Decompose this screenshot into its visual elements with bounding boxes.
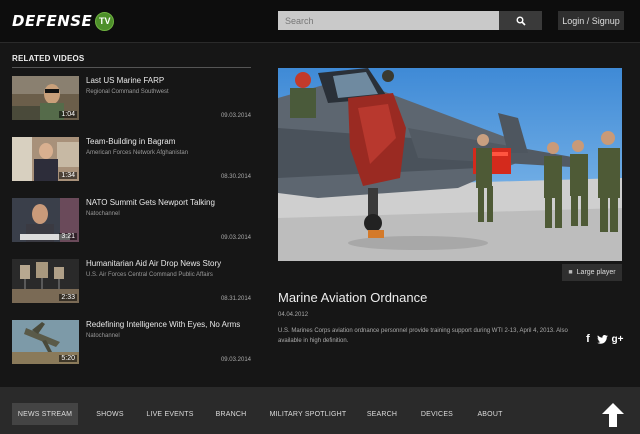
video-thumbnail[interactable]: 2:33 xyxy=(12,259,79,303)
video-thumbnail[interactable]: 1:34 xyxy=(12,137,79,181)
video-duration: 1:04 xyxy=(59,111,77,118)
video-main-date: 04.04.2012 xyxy=(278,312,309,318)
nav-about[interactable]: ABOUT xyxy=(474,403,506,425)
video-date: 09.03.2014 xyxy=(220,357,251,363)
twitter-share-icon[interactable] xyxy=(596,333,608,345)
video-thumbnail[interactable]: 1:04 xyxy=(12,76,79,120)
nav-shows[interactable]: SHOWS xyxy=(92,403,128,425)
site-logo[interactable]: DEFENSE TV xyxy=(12,10,115,32)
nav-live-events[interactable]: LIVE EVENTS xyxy=(145,403,195,425)
video-source: Regional Command Southwest xyxy=(86,89,169,95)
logo-tv-badge: TV xyxy=(95,11,115,31)
search-icon xyxy=(516,16,526,26)
related-video-item[interactable]: 1:04 Last US Marine FARP Regional Comman… xyxy=(12,76,251,122)
video-main-title: Marine Aviation Ordnance xyxy=(278,290,428,305)
large-player-button[interactable]: ■ Large player xyxy=(562,264,622,281)
video-source: Natochannel xyxy=(86,333,120,339)
video-date: 09.03.2014 xyxy=(220,113,251,119)
search-button[interactable] xyxy=(499,11,542,30)
site-header: DEFENSE TV Login / Signup xyxy=(0,0,640,43)
nav-news-stream[interactable]: NEWS STREAM xyxy=(12,403,78,425)
video-title[interactable]: Humanitarian Aid Air Drop News Story xyxy=(86,259,221,268)
video-thumbnail[interactable]: 5:20 xyxy=(12,320,79,364)
large-player-label: Large player xyxy=(576,269,616,276)
bullet-icon: ■ xyxy=(568,269,573,276)
video-player[interactable] xyxy=(278,68,622,261)
related-video-item[interactable]: 5:20 Redefining Intelligence With Eyes, … xyxy=(12,320,251,366)
video-title[interactable]: Team-Building in Bagram xyxy=(86,137,175,146)
video-title[interactable]: Last US Marine FARP xyxy=(86,76,164,85)
facebook-share-icon[interactable]: f xyxy=(584,333,592,345)
video-frame xyxy=(278,68,622,261)
video-description: U.S. Marines Corps aviation ordnance per… xyxy=(278,328,568,344)
video-date: 09.03.2014 xyxy=(220,235,251,241)
related-video-item[interactable]: 3:21 NATO Summit Gets Newport Talking Na… xyxy=(12,198,251,244)
video-thumbnail[interactable]: 3:21 xyxy=(12,198,79,242)
video-date: 08.30.2014 xyxy=(220,174,251,180)
search-input[interactable] xyxy=(278,11,499,30)
google-plus-share-icon[interactable]: g+ xyxy=(611,333,624,345)
video-title[interactable]: NATO Summit Gets Newport Talking xyxy=(86,198,215,207)
related-video-item[interactable]: 1:34 Team-Building in Bagram American Fo… xyxy=(12,137,251,183)
nav-military-spotlight[interactable]: MILITARY SPOTLIGHT xyxy=(268,403,348,425)
video-date: 08.31.2014 xyxy=(220,296,251,302)
related-video-item[interactable]: 2:33 Humanitarian Aid Air Drop News Stor… xyxy=(12,259,251,305)
related-videos-heading: RELATED VIDEOS xyxy=(12,54,251,68)
video-duration: 5:20 xyxy=(59,355,77,362)
video-duration: 1:34 xyxy=(59,172,77,179)
footer-nav: NEWS STREAM SHOWS LIVE EVENTS BRANCH MIL… xyxy=(0,387,640,434)
video-source: American Forces Network Afghanistan xyxy=(86,150,189,156)
video-source: U.S. Air Forces Central Command Public A… xyxy=(86,272,213,278)
video-duration: 2:33 xyxy=(59,294,77,301)
nav-devices[interactable]: DEVICES xyxy=(418,403,456,425)
video-title[interactable]: Redefining Intelligence With Eyes, No Ar… xyxy=(86,320,240,329)
back-to-top-arrow-icon[interactable] xyxy=(602,403,624,427)
related-videos: RELATED VIDEOS 1:04 Last US Marine FARP … xyxy=(12,54,251,364)
video-duration: 3:21 xyxy=(59,233,77,240)
login-signup-button[interactable]: Login / Signup xyxy=(558,11,624,30)
nav-branch[interactable]: BRANCH xyxy=(212,403,250,425)
nav-search[interactable]: SEARCH xyxy=(364,403,400,425)
video-source: Natochannel xyxy=(86,211,120,217)
logo-text: DEFENSE xyxy=(12,12,93,30)
